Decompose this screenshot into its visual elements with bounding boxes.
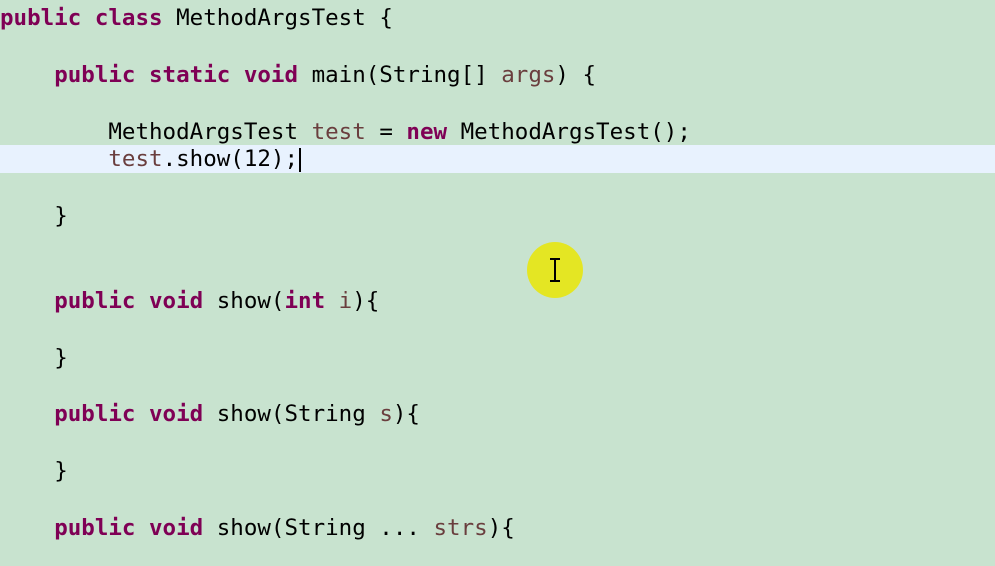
- code-line-current[interactable]: test.show(12);: [0, 145, 995, 173]
- code-line-instantiation[interactable]: MethodArgsTest test = new MethodArgsTest…: [0, 118, 995, 146]
- keyword: class: [94, 5, 163, 31]
- method-signature: main(String[]: [311, 62, 488, 88]
- type-name: MethodArgsTest: [108, 119, 299, 145]
- keyword: public: [54, 288, 136, 314]
- close-brace: }: [54, 458, 68, 484]
- class-name: MethodArgsTest: [176, 5, 366, 31]
- keyword: public: [54, 62, 136, 88]
- code-line-show-string[interactable]: public void show(String s){: [0, 400, 995, 428]
- parameter: strs: [433, 515, 488, 541]
- operator: =: [379, 119, 393, 145]
- code-line-show-varargs[interactable]: public void show(String ... strs){: [0, 514, 995, 542]
- text-caret: [299, 147, 302, 172]
- keyword: public: [0, 5, 82, 31]
- code-line-close-show-int[interactable]: }: [0, 344, 995, 372]
- signature-rest: ){: [392, 401, 420, 427]
- keyword: public: [54, 401, 136, 427]
- keyword: public: [54, 515, 136, 541]
- close-brace: }: [54, 203, 68, 229]
- open-brace: {: [379, 5, 393, 31]
- local-variable: test: [311, 119, 366, 145]
- code-line-close-show-string[interactable]: }: [0, 457, 995, 485]
- code-line-class-declaration[interactable]: public class MethodArgsTest {: [0, 4, 995, 32]
- keyword: void: [243, 62, 299, 88]
- parameter: s: [379, 401, 393, 427]
- keyword: void: [149, 401, 204, 427]
- method-name: show(String ...: [216, 515, 420, 541]
- code-line-main-method[interactable]: public static void main(String[] args) {: [0, 61, 995, 89]
- signature-rest: ){: [352, 288, 380, 314]
- keyword: void: [149, 515, 204, 541]
- keyword: int: [284, 288, 326, 314]
- code-line-show-int[interactable]: public void show(int i){: [0, 287, 995, 315]
- code-editor[interactable]: public class MethodArgsTest { public sta…: [0, 0, 995, 566]
- text-ibeam-icon: [550, 258, 560, 282]
- signature-rest: ) {: [555, 62, 597, 88]
- parameter: args: [501, 62, 556, 88]
- method-name: show(: [216, 288, 285, 314]
- parameter: i: [338, 288, 353, 314]
- method-name: show(String: [216, 401, 366, 427]
- constructor-call: MethodArgsTest();: [460, 119, 691, 145]
- local-variable: test: [108, 146, 163, 172]
- method-call: .show(12);: [162, 146, 299, 172]
- close-brace: }: [54, 345, 68, 371]
- code-line-close-main[interactable]: }: [0, 202, 995, 230]
- keyword: void: [149, 288, 204, 314]
- signature-rest: ){: [487, 515, 515, 541]
- keyword: new: [406, 119, 448, 145]
- keyword: static: [149, 62, 231, 88]
